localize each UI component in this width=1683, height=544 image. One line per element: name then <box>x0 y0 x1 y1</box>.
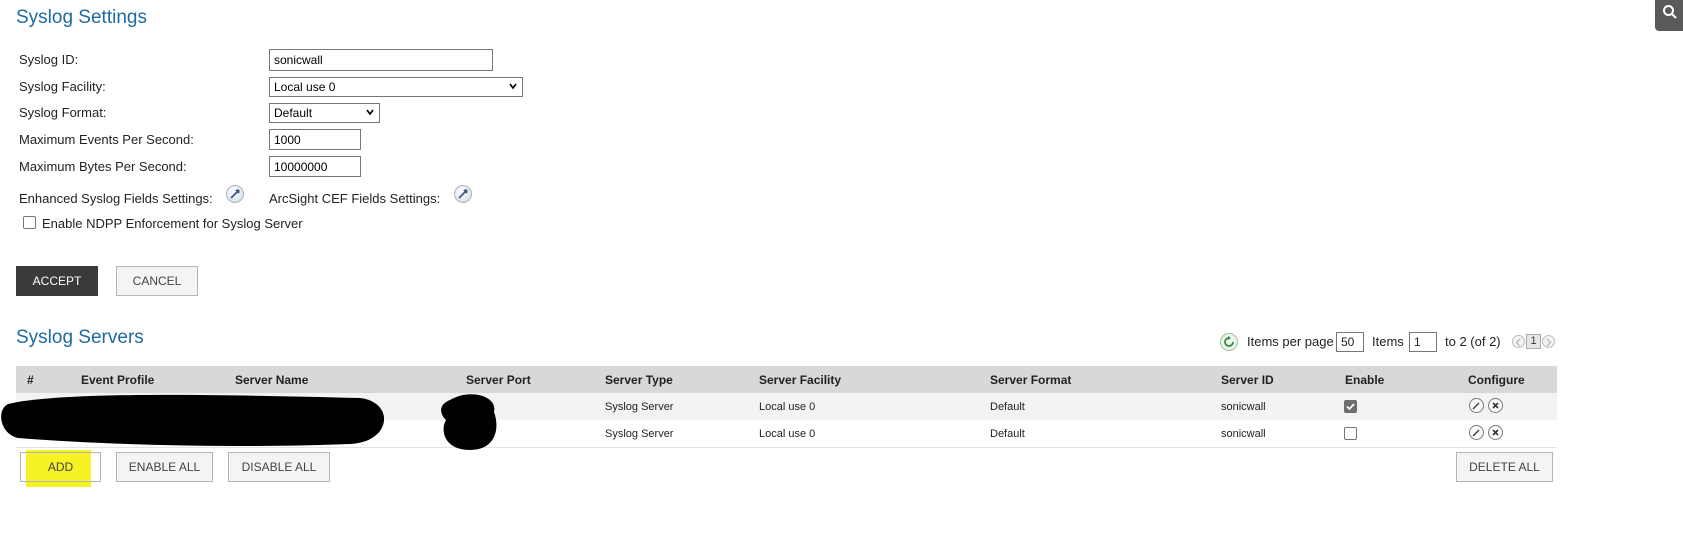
col-index: # <box>27 373 34 387</box>
add-button[interactable]: ADD <box>20 452 101 482</box>
cancel-button[interactable]: CANCEL <box>116 266 198 296</box>
accept-button[interactable]: ACCEPT <box>16 266 98 296</box>
syslog-format-select[interactable]: Default <box>269 103 380 123</box>
row-server-id: sonicwall <box>1221 428 1266 440</box>
tool-icon[interactable] <box>454 185 472 203</box>
col-server-facility: Server Facility <box>759 373 842 387</box>
items-per-page-label: Items per page <box>1247 334 1334 349</box>
syslog-facility-select[interactable]: Local use 0 <box>269 77 523 97</box>
row-server-type: Syslog Server <box>605 401 674 413</box>
col-server-type: Server Type <box>605 373 673 387</box>
col-server-id: Server ID <box>1221 373 1274 387</box>
syslog-format-value: Default <box>274 106 313 120</box>
refresh-icon <box>1224 336 1234 347</box>
delete-all-button[interactable]: DELETE ALL <box>1456 452 1553 482</box>
col-server-name: Server Name <box>235 373 309 387</box>
items-per-page-input[interactable]: 50 <box>1336 332 1364 352</box>
edit-icon[interactable] <box>1469 425 1484 440</box>
pager-current-page[interactable]: 1 <box>1526 334 1541 349</box>
delete-icon[interactable] <box>1488 398 1503 413</box>
row-enable-checkbox[interactable] <box>1344 400 1357 413</box>
col-configure: Configure <box>1468 373 1525 387</box>
syslog-facility-label: Syslog Facility: <box>19 79 106 94</box>
chevron-down-icon <box>509 83 517 90</box>
col-server-port: Server Port <box>466 373 531 387</box>
row-server-id: sonicwall <box>1221 401 1266 413</box>
syslog-id-label: Syslog ID: <box>19 52 79 67</box>
items-label: Items <box>1372 334 1404 349</box>
syslog-format-label: Syslog Format: <box>19 105 107 120</box>
items-start-input[interactable]: 1 <box>1409 332 1437 352</box>
items-range-text: to 2 (of 2) <box>1445 334 1501 349</box>
syslog-facility-value: Local use 0 <box>274 80 336 94</box>
col-server-format: Server Format <box>990 373 1072 387</box>
search-icon <box>1663 5 1677 19</box>
disable-all-button[interactable]: DISABLE ALL <box>228 452 330 482</box>
col-event-profile: Event Profile <box>81 373 155 387</box>
syslog-servers-title: Syslog Servers <box>16 327 144 348</box>
chevron-down-icon <box>366 109 374 116</box>
max-events-label: Maximum Events Per Second: <box>19 132 194 147</box>
row-server-facility: Local use 0 <box>759 401 816 413</box>
row-server-facility: Local use 0 <box>759 428 816 440</box>
row-server-format: Default <box>990 428 1025 440</box>
syslog-settings-title: Syslog Settings <box>16 7 147 28</box>
max-bytes-input[interactable]: 10000000 <box>269 156 361 177</box>
delete-icon[interactable] <box>1488 425 1503 440</box>
ndpp-label: Enable NDPP Enforcement for Syslog Serve… <box>42 216 303 231</box>
max-bytes-label: Maximum Bytes Per Second: <box>19 159 187 174</box>
syslog-id-input[interactable]: sonicwall <box>269 49 493 71</box>
row-server-format: Default <box>990 401 1025 413</box>
row-server-type: Syslog Server <box>605 428 674 440</box>
redaction-mark <box>1 394 497 450</box>
row-enable-checkbox[interactable] <box>1344 427 1357 440</box>
tool-icon[interactable] <box>226 185 244 203</box>
pager-prev-icon[interactable] <box>1512 335 1525 348</box>
enable-all-button[interactable]: ENABLE ALL <box>116 452 213 482</box>
max-events-input[interactable]: 1000 <box>269 129 361 150</box>
arcsight-label: ArcSight CEF Fields Settings: <box>269 191 441 206</box>
edit-icon[interactable] <box>1469 398 1484 413</box>
pager-next-icon[interactable] <box>1542 335 1555 348</box>
enhanced-syslog-label: Enhanced Syslog Fields Settings: <box>19 191 213 206</box>
ndpp-checkbox[interactable] <box>23 216 36 229</box>
col-enable: Enable <box>1345 373 1385 387</box>
refresh-button[interactable] <box>1220 333 1238 351</box>
search-tab[interactable] <box>1655 0 1683 31</box>
